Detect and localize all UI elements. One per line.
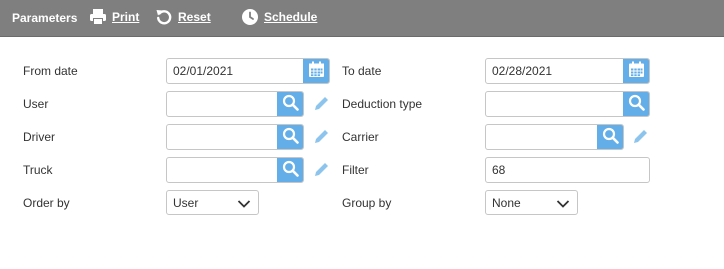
carrier-search-button[interactable] xyxy=(597,125,623,149)
filter-field[interactable] xyxy=(485,157,650,183)
to-date-label: To date xyxy=(342,64,382,78)
calendar-icon xyxy=(628,61,645,81)
filter-input[interactable] xyxy=(486,158,649,182)
print-label: Print xyxy=(112,10,140,24)
schedule-label: Schedule xyxy=(264,10,318,24)
deduction-type-field[interactable] xyxy=(485,91,650,117)
group-by-select[interactable]: None xyxy=(485,190,578,215)
driver-field[interactable] xyxy=(166,124,304,150)
printer-icon xyxy=(89,8,107,26)
truck-edit-pencil-icon[interactable] xyxy=(312,160,331,182)
driver-label: Driver xyxy=(23,130,55,144)
truck-field[interactable] xyxy=(166,157,304,183)
search-icon xyxy=(282,94,299,114)
carrier-edit-pencil-icon[interactable] xyxy=(631,127,650,149)
to-date-calendar-button[interactable] xyxy=(623,59,649,83)
user-edit-pencil-icon[interactable] xyxy=(312,94,331,116)
reset-label: Reset xyxy=(178,10,211,24)
user-field[interactable] xyxy=(166,91,304,117)
user-label: User xyxy=(23,97,49,111)
filter-label: Filter xyxy=(342,163,369,177)
clock-icon xyxy=(241,8,259,26)
schedule-button[interactable]: Schedule xyxy=(241,8,317,26)
group-by-label: Group by xyxy=(342,196,392,210)
deduction-type-label: Deduction type xyxy=(342,97,423,111)
parameters-form: From date To date xyxy=(0,37,724,269)
deduction-type-search-button[interactable] xyxy=(623,92,649,116)
reset-button[interactable]: Reset xyxy=(155,8,211,26)
from-date-field[interactable] xyxy=(166,58,330,84)
order-by-select[interactable]: User xyxy=(166,190,259,215)
to-date-field[interactable] xyxy=(485,58,650,84)
chevron-down-icon xyxy=(237,198,251,212)
search-icon xyxy=(282,160,299,180)
driver-search-button[interactable] xyxy=(277,125,303,149)
order-by-label: Order by xyxy=(23,196,70,210)
chevron-down-icon xyxy=(556,198,570,212)
order-by-value: User xyxy=(173,195,199,210)
search-icon xyxy=(282,127,299,147)
carrier-label: Carrier xyxy=(342,130,379,144)
reset-icon xyxy=(155,8,173,26)
print-button[interactable]: Print xyxy=(89,8,139,26)
group-by-value: None xyxy=(492,195,521,210)
driver-edit-pencil-icon[interactable] xyxy=(312,127,331,149)
truck-label: Truck xyxy=(23,163,53,177)
truck-search-button[interactable] xyxy=(277,158,303,182)
toolbar-title: Parameters xyxy=(12,11,78,25)
search-icon xyxy=(602,127,619,147)
user-search-button[interactable] xyxy=(277,92,303,116)
search-icon xyxy=(628,94,645,114)
from-date-calendar-button[interactable] xyxy=(303,59,329,83)
calendar-icon xyxy=(308,61,325,81)
carrier-field[interactable] xyxy=(485,124,624,150)
from-date-label: From date xyxy=(23,64,78,78)
toolbar: Parameters Print Reset Schedule xyxy=(0,0,724,37)
